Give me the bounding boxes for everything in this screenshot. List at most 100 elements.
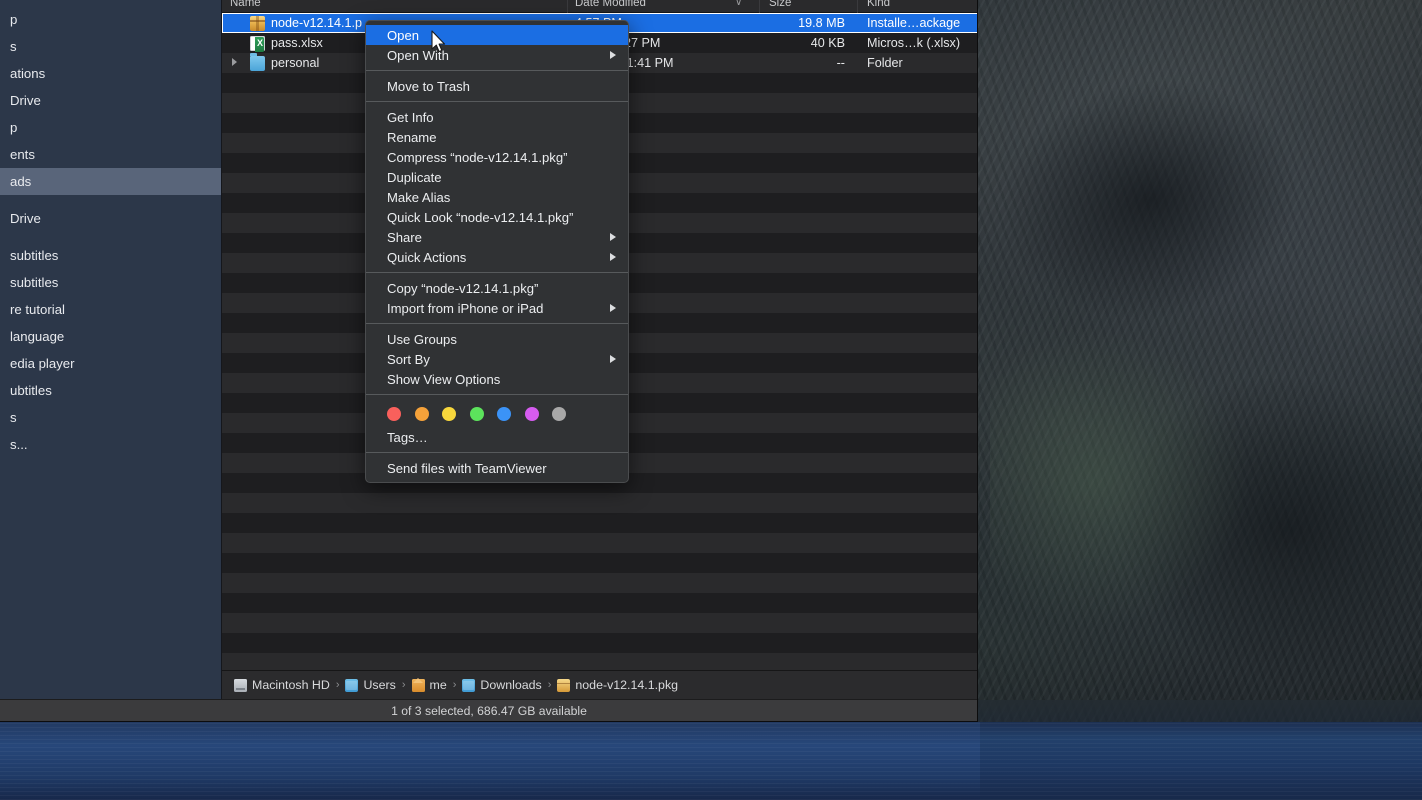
harddisk-icon <box>234 678 247 692</box>
menu-item-open-with[interactable]: Open With <box>366 45 628 65</box>
yellow-tag[interactable] <box>442 407 456 421</box>
sidebar-tag-item[interactable]: re tutorial <box>0 296 221 323</box>
column-header-date-modified[interactable]: Date Modified <box>575 0 646 9</box>
sidebar-tag-item[interactable]: s <box>0 404 221 431</box>
green-tag[interactable] <box>469 407 484 421</box>
menu-item-quick-look[interactable]: Quick Look “node-v12.14.1.pkg” <box>366 207 628 227</box>
menu-item-duplicate[interactable]: Duplicate <box>366 167 628 187</box>
menu-item-label: Open <box>387 27 420 43</box>
sidebar-tag-item-all[interactable]: s... <box>0 431 221 458</box>
menu-item-label: Sort By <box>387 351 430 367</box>
sidebar-item-documents[interactable]: ents <box>0 141 221 168</box>
menu-item-sort-by[interactable]: Sort By <box>366 349 628 369</box>
column-header-size[interactable]: Size <box>769 0 791 9</box>
menu-item-move-to-trash[interactable]: Move to Trash <box>366 76 628 96</box>
sidebar-item-label: Drive <box>10 93 41 108</box>
menu-item-label: Quick Look “node-v12.14.1.pkg” <box>387 209 574 225</box>
breadcrumb-users[interactable]: Users <box>345 678 396 692</box>
breadcrumb-me[interactable]: me <box>411 677 447 692</box>
tag-color-row[interactable] <box>366 400 628 427</box>
sidebar-item-label: Drive <box>10 211 41 226</box>
menu-item-label: Copy “node-v12.14.1.pkg” <box>387 280 539 296</box>
sidebar-tag-item[interactable]: language <box>0 323 221 350</box>
file-size-cell: 40 KB <box>810 36 845 50</box>
breadcrumb-current-file[interactable]: node-v12.14.1.pkg <box>557 678 678 692</box>
column-header-name[interactable]: Name <box>230 0 261 9</box>
menu-item-copy[interactable]: Copy “node-v12.14.1.pkg” <box>366 278 628 298</box>
sidebar-item-icloud-drive[interactable]: Drive <box>0 87 221 114</box>
table-row-empty[interactable] <box>222 573 977 593</box>
table-row-empty[interactable] <box>222 553 977 573</box>
file-name-label: personal <box>271 56 320 70</box>
table-row-empty[interactable] <box>222 513 977 533</box>
column-divider[interactable] <box>567 0 568 13</box>
sidebar-item-desktop[interactable]: p <box>0 114 221 141</box>
file-name-cell[interactable]: pass.xlsx <box>230 33 323 53</box>
menu-item-show-view-options[interactable]: Show View Options <box>366 369 628 389</box>
table-row-empty[interactable] <box>222 533 977 553</box>
menu-item-share[interactable]: Share <box>366 227 628 247</box>
column-header-kind[interactable]: Kind <box>867 0 890 9</box>
column-divider[interactable] <box>857 0 858 13</box>
sidebar-tag-item[interactable]: subtitles <box>0 269 221 296</box>
breadcrumb-downloads[interactable]: Downloads <box>462 678 542 692</box>
red-tag[interactable] <box>387 407 401 421</box>
menu-item-make-alias[interactable]: Make Alias <box>366 187 628 207</box>
menu-item-label: Make Alias <box>387 189 451 205</box>
menu-item-import-from-iphone[interactable]: Import from iPhone or iPad <box>366 298 628 318</box>
purple-tag[interactable] <box>524 407 539 421</box>
file-name-cell[interactable]: personal <box>230 53 319 73</box>
gray-tag[interactable] <box>552 407 566 421</box>
menu-item-compress[interactable]: Compress “node-v12.14.1.pkg” <box>366 147 628 167</box>
column-divider[interactable] <box>759 0 760 13</box>
file-name-cell[interactable]: node-v12.14.1.p <box>230 13 362 33</box>
sidebar-item-label: p <box>10 12 18 27</box>
sidebar-tag-item[interactable]: subtitles <box>0 242 221 269</box>
sidebar-item-recents[interactable]: s <box>0 33 221 60</box>
file-size-cell: 19.8 MB <box>798 16 845 30</box>
menu-item-label: Open With <box>387 47 449 63</box>
table-row-empty[interactable] <box>222 653 977 670</box>
breadcrumb-separator: › <box>335 679 340 691</box>
sidebar-item-label: ents <box>10 147 35 162</box>
table-row-empty[interactable] <box>222 493 977 513</box>
sidebar-item-airdrop[interactable]: p <box>0 6 221 33</box>
table-row-empty[interactable] <box>222 613 977 633</box>
file-kind-cell: Folder <box>867 56 903 70</box>
menu-item-label: Share <box>387 229 422 245</box>
sort-chevron-down-icon[interactable]: ∨ <box>735 0 742 8</box>
sidebar-item-downloads[interactable]: ads <box>0 168 221 195</box>
menu-item-label: Show View Options <box>387 371 501 387</box>
folder-icon <box>250 53 265 71</box>
package-icon <box>557 678 571 692</box>
blue-tag[interactable] <box>497 407 511 421</box>
sidebar-item-label: subtitles <box>10 275 59 290</box>
menu-item-send-files-with-teamviewer[interactable]: Send files with TeamViewer <box>366 458 628 478</box>
menu-item-open[interactable]: Open <box>366 25 628 45</box>
breadcrumb-macintosh-hd[interactable]: Macintosh HD <box>234 678 330 692</box>
menu-separator <box>366 272 628 273</box>
menu-item-tags[interactable]: Tags… <box>366 427 628 447</box>
sidebar-item-label: s... <box>10 437 28 452</box>
sidebar-item-drive[interactable]: Drive <box>0 205 221 232</box>
context-menu[interactable]: Open Open With Move to Trash Get Info Re… <box>365 20 629 483</box>
file-kind-cell: Micros…k (.xlsx) <box>867 36 961 50</box>
sidebar-item-label: ads <box>10 174 32 189</box>
table-row-empty[interactable] <box>222 633 977 653</box>
table-row-empty[interactable] <box>222 593 977 613</box>
menu-item-use-groups[interactable]: Use Groups <box>366 329 628 349</box>
menu-item-rename[interactable]: Rename <box>366 127 628 147</box>
sidebar-item-label: ations <box>10 66 46 81</box>
breadcrumb-label: me <box>429 678 447 692</box>
sidebar-item-label: s <box>10 410 17 425</box>
menu-item-label: Move to Trash <box>387 78 470 94</box>
sidebar-item-applications[interactable]: ations <box>0 60 221 87</box>
menu-separator <box>366 323 628 324</box>
sidebar-tag-item[interactable]: ubtitles <box>0 377 221 404</box>
orange-tag[interactable] <box>414 407 429 421</box>
menu-item-quick-actions[interactable]: Quick Actions <box>366 247 628 267</box>
wallpaper-vegetation <box>990 330 1250 630</box>
menu-item-get-info[interactable]: Get Info <box>366 107 628 127</box>
folder-icon <box>345 678 359 692</box>
sidebar-tag-item[interactable]: edia player <box>0 350 221 377</box>
